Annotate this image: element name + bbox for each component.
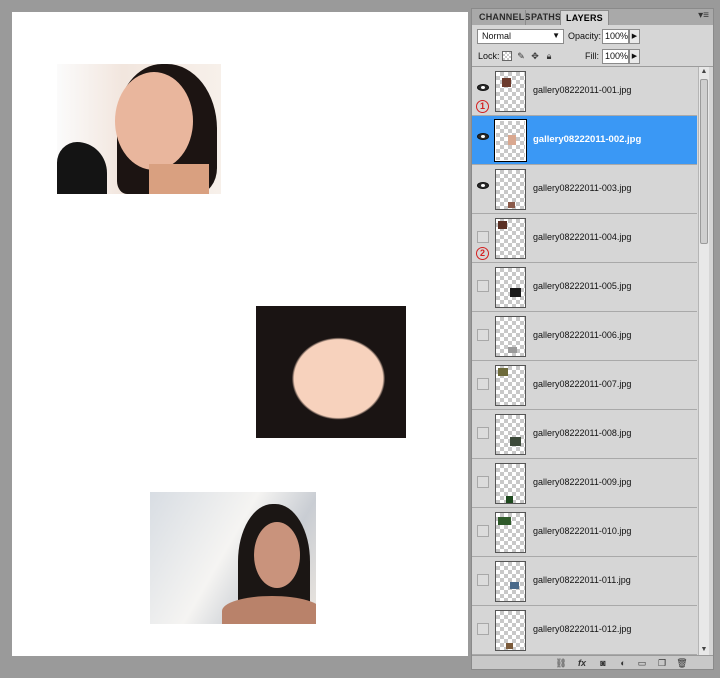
layer-name[interactable]: gallery08222011-002.jpg [533,134,641,145]
lock-label: Lock: [478,51,500,61]
fill-slider-arrow-icon[interactable]: ▶ [629,49,640,64]
layer-thumbnail[interactable] [495,365,526,406]
layer-name[interactable]: gallery08222011-012.jpg [533,624,631,634]
layer-thumbnail[interactable] [495,610,526,651]
visibility-toggle[interactable] [477,525,489,537]
visibility-toggle[interactable] [477,329,489,341]
layer-row[interactable]: gallery08222011-006.jpg [472,312,697,361]
scroll-up-icon[interactable]: ▲ [699,67,709,77]
layer-thumbnail[interactable] [495,316,526,357]
layer-row[interactable]: gallery08222011-011.jpg [472,557,697,606]
lock-all-icon[interactable]: 🔒︎ [544,51,554,61]
layer-thumbnail[interactable] [495,71,526,112]
layer-name[interactable]: gallery08222011-001.jpg [533,85,631,95]
layer-name[interactable]: gallery08222011-006.jpg [533,330,631,340]
layer-row[interactable]: gallery08222011-007.jpg [472,361,697,410]
opacity-input[interactable]: 100% [602,29,629,44]
layer-name[interactable]: gallery08222011-008.jpg [533,428,631,438]
layer-list: gallery08222011-001.jpg 1 gallery08222011-… [472,67,697,655]
layer-name[interactable]: gallery08222011-003.jpg [533,183,631,193]
layer-thumbnail[interactable] [495,512,526,553]
layer-name[interactable]: gallery08222011-010.jpg [533,526,631,536]
tab-layers[interactable]: LAYERS [560,10,609,25]
annotation-marker: 2 [476,247,489,260]
layer-thumbnail[interactable] [495,169,526,210]
fill-label: Fill: [585,51,599,61]
layer-row[interactable]: gallery08222011-012.jpg [472,606,697,655]
layer-row[interactable]: gallery08222011-003.jpg [472,165,697,214]
visibility-toggle[interactable] [477,231,489,243]
layer-thumbnail[interactable] [495,267,526,308]
layer-name[interactable]: gallery08222011-004.jpg [533,232,631,242]
layers-bottom-bar: ⛓ fx ◙ ◐ ▭ ❐ 🗑︎ [472,655,713,669]
layer-name[interactable]: gallery08222011-005.jpg [533,281,631,291]
eye-icon [477,182,489,189]
layer-row[interactable]: gallery08222011-001.jpg 1 [472,67,697,116]
chevron-down-icon: ▼ [552,31,560,40]
layer-row[interactable]: gallery08222011-010.jpg [472,508,697,557]
lock-row: Lock: ✎ ✥ 🔒︎ Fill: 100% ▶ [472,47,713,67]
layer-thumbnail[interactable] [495,463,526,504]
layer-row[interactable]: gallery08222011-009.jpg [472,459,697,508]
scroll-thumb[interactable] [700,79,708,244]
lock-image-pixels-icon[interactable]: ✎ [516,51,526,61]
opacity-label: Opacity: [568,31,602,41]
layers-panel: CHANNELS PATHS LAYERS ▾≡ Normal ▼ Opacit… [471,8,714,670]
canvas-photo-layer-002[interactable] [256,306,406,438]
canvas-photo-layer-003[interactable] [150,492,316,624]
visibility-toggle[interactable] [477,280,489,292]
visibility-toggle[interactable] [477,427,489,439]
adjustment-layer-icon[interactable]: ◐ [616,657,630,669]
visibility-toggle[interactable] [477,182,489,194]
document-canvas[interactable] [12,12,468,656]
layer-name[interactable]: gallery08222011-009.jpg [533,477,631,487]
panel-menu-icon[interactable]: ▾≡ [698,10,709,21]
visibility-toggle[interactable] [477,378,489,390]
new-group-icon[interactable]: ▭ [635,657,649,669]
new-layer-icon[interactable]: ❐ [655,657,669,669]
scroll-down-icon[interactable]: ▼ [699,645,709,655]
add-mask-icon[interactable]: ◙ [596,657,610,669]
visibility-toggle[interactable] [477,623,489,635]
layer-thumbnail[interactable] [495,414,526,455]
visibility-toggle[interactable] [477,84,489,96]
panel-tab-bar: CHANNELS PATHS LAYERS ▾≡ [472,9,713,25]
eye-icon [477,133,489,140]
layer-thumbnail[interactable] [494,119,527,162]
layer-thumbnail[interactable] [495,218,526,259]
fx-icon[interactable]: fx [575,657,589,669]
layer-row[interactable]: gallery08222011-004.jpg 2 [472,214,697,263]
blend-row: Normal ▼ Opacity: 100% ▶ [472,25,713,47]
layer-row[interactable]: gallery08222011-005.jpg [472,263,697,312]
layer-name[interactable]: gallery08222011-007.jpg [533,379,631,389]
layer-name[interactable]: gallery08222011-011.jpg [533,575,631,585]
layer-list-scrollbar[interactable]: ▲ ▼ [698,67,709,655]
layer-row[interactable]: gallery08222011-002.jpg [472,116,697,165]
canvas-photo-layer-001[interactable] [57,64,221,194]
link-layers-icon[interactable]: ⛓ [554,657,568,669]
eye-icon [477,84,489,91]
blend-mode-value: Normal [482,31,512,41]
trash-icon[interactable]: 🗑︎ [675,657,689,669]
visibility-toggle[interactable] [477,476,489,488]
lock-position-icon[interactable]: ✥ [530,51,540,61]
layer-thumbnail[interactable] [495,561,526,602]
visibility-toggle[interactable] [477,574,489,586]
opacity-slider-arrow-icon[interactable]: ▶ [629,29,640,44]
layer-row[interactable]: gallery08222011-008.jpg [472,410,697,459]
fill-input[interactable]: 100% [602,49,629,64]
lock-transparent-pixels-icon[interactable] [502,51,512,61]
blend-mode-select[interactable]: Normal ▼ [477,29,564,44]
visibility-toggle[interactable] [477,133,489,145]
annotation-marker: 1 [476,100,489,113]
